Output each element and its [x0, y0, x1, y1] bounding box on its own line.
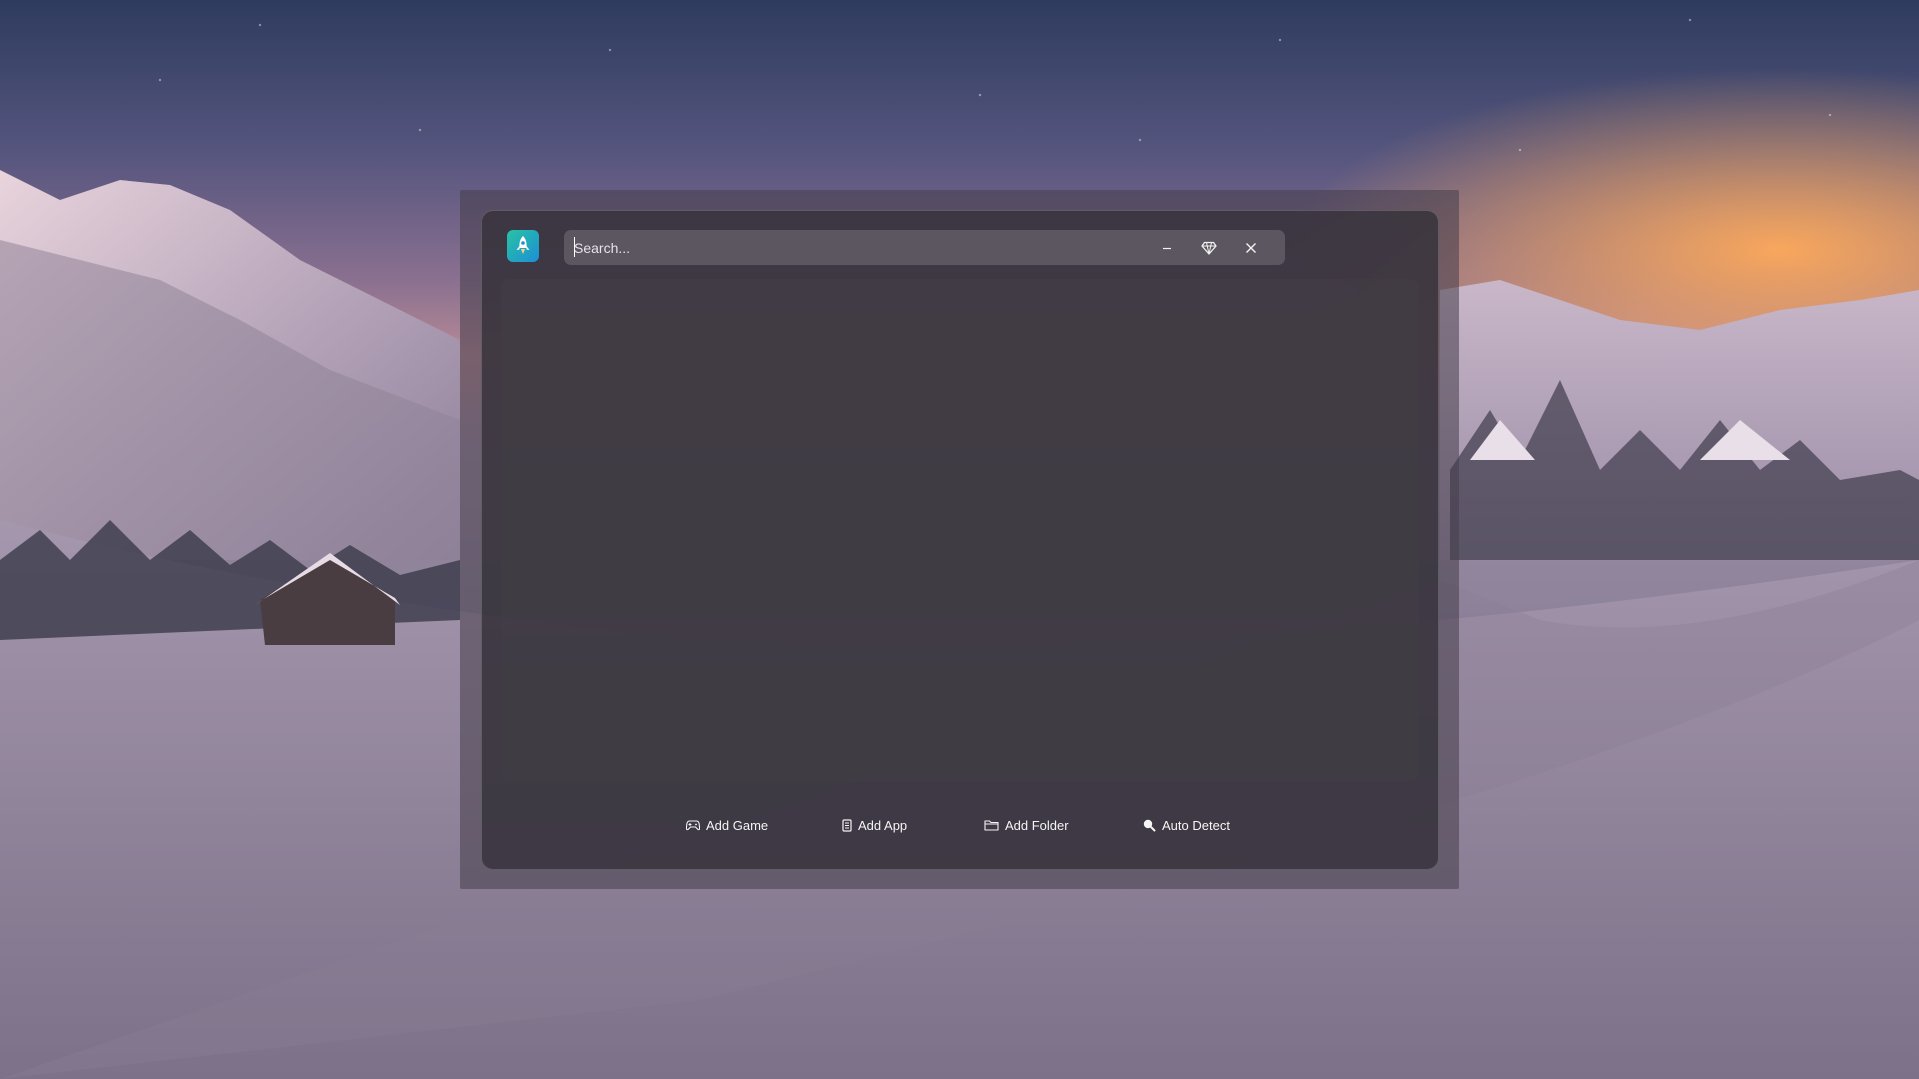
add-app-button[interactable]: Add App	[842, 811, 907, 839]
diamond-icon	[1201, 241, 1217, 255]
add-game-label: Add Game	[706, 817, 769, 833]
minimize-icon	[1163, 247, 1171, 250]
magnifier-icon	[1143, 819, 1156, 832]
footer-toolbar: Add Game Add App Add Folder Auto Detect	[482, 811, 1440, 839]
add-folder-button[interactable]: Add Folder	[984, 811, 1069, 839]
minimize-button[interactable]	[1152, 233, 1182, 263]
app-icon	[842, 818, 852, 832]
rocket-glyph	[516, 236, 530, 254]
add-app-label: Add App	[858, 817, 908, 833]
text-caret	[574, 237, 575, 257]
close-button[interactable]	[1236, 233, 1266, 263]
close-icon	[1246, 243, 1256, 253]
rocket-icon[interactable]	[507, 230, 539, 262]
auto-detect-button[interactable]: Auto Detect	[1142, 811, 1230, 839]
folder-icon	[984, 820, 999, 831]
auto-detect-label: Auto Detect	[1162, 817, 1230, 833]
add-folder-label: Add Folder	[1005, 817, 1069, 833]
gamepad-icon	[686, 820, 700, 831]
library-panel	[501, 279, 1419, 781]
add-game-button[interactable]: Add Game	[686, 811, 768, 839]
launcher-window: Add Game Add App Add Folder Auto Detec	[481, 210, 1439, 870]
premium-button[interactable]	[1194, 233, 1224, 263]
